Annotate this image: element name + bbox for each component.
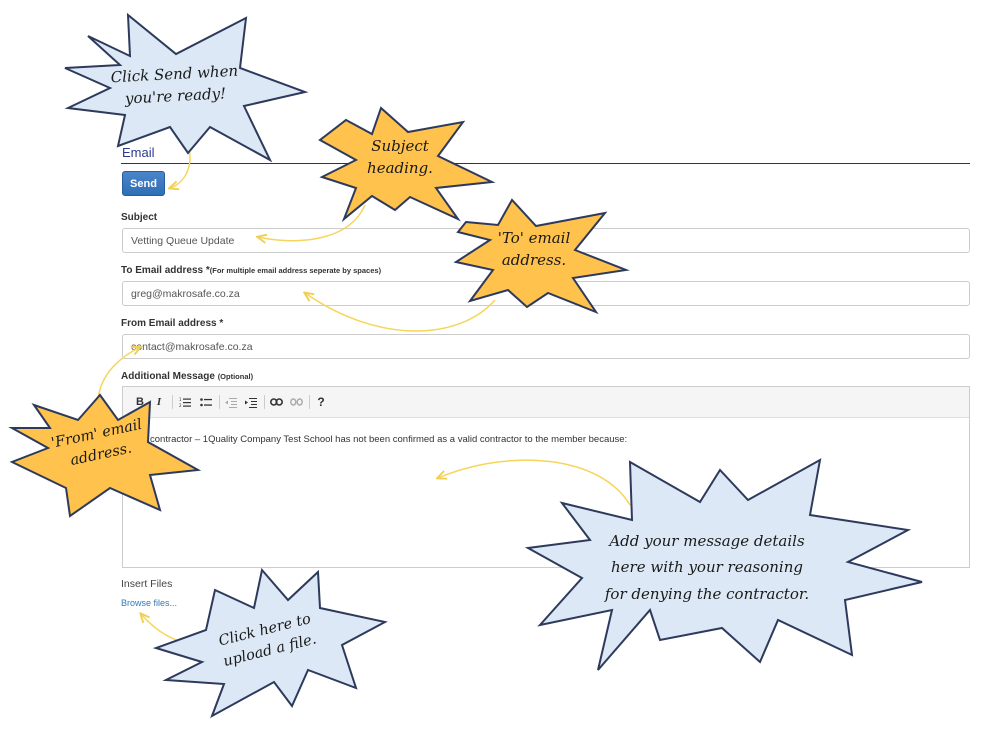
to-callout-arrow <box>305 293 496 332</box>
message-callout-line: for denying the contractor. <box>604 584 810 603</box>
to-callout-line: 'To' email <box>497 229 571 247</box>
to-callout-line: address. <box>501 250 567 269</box>
message-callout-text: Add your message details here with your … <box>582 528 832 607</box>
subject-callout-text: Subject heading. <box>350 136 450 180</box>
subject-callout-line: Subject <box>371 137 429 155</box>
message-callout-arrow <box>438 459 631 506</box>
subject-callout-line: heading. <box>367 158 433 177</box>
annotation-overlay <box>8 12 923 719</box>
message-callout-line: here with your reasoning <box>611 558 803 577</box>
message-callout-line: Add your message details <box>609 532 805 550</box>
to-callout-text: 'To' email address. <box>478 228 590 272</box>
send-callout-text: Click Send when you're ready! <box>99 60 251 111</box>
